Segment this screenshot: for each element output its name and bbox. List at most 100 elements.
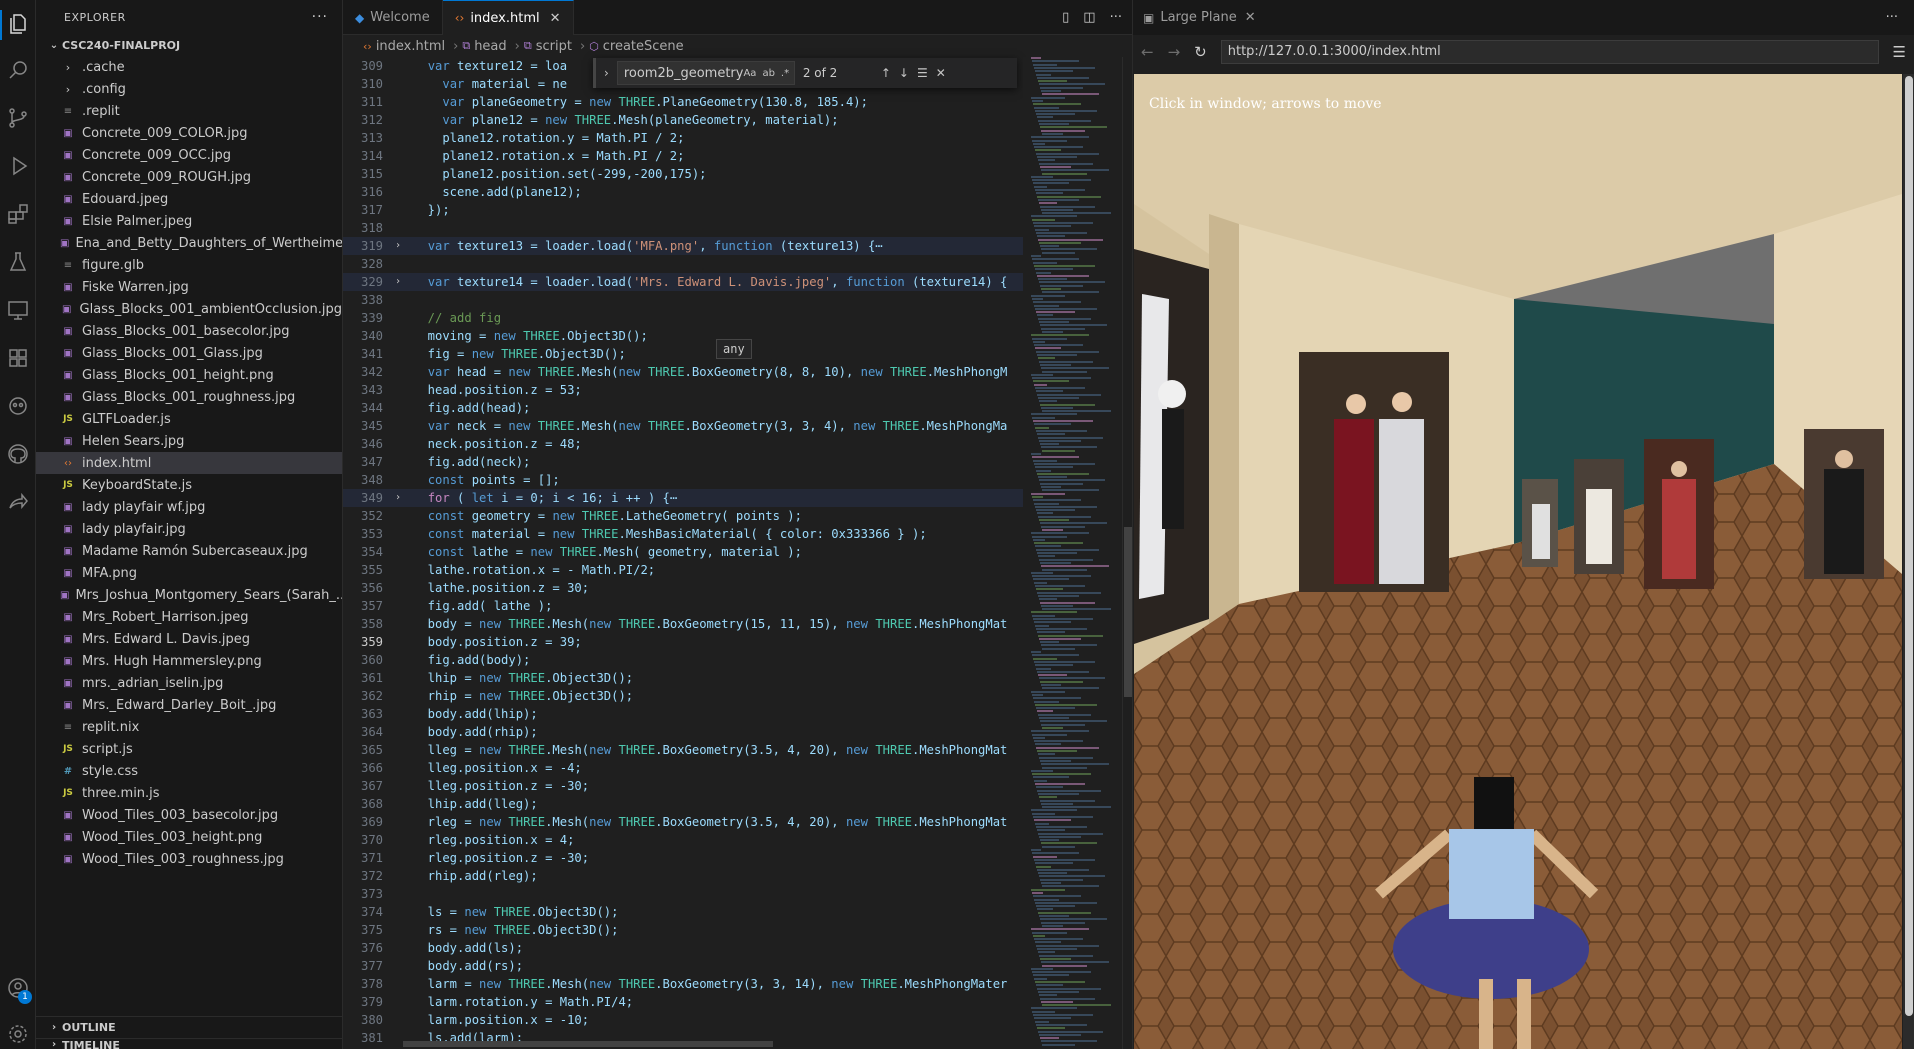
- open-preview-icon[interactable]: ▯: [1062, 10, 1069, 25]
- tab-index-html[interactable]: ‹› index.html ✕: [442, 0, 574, 35]
- code-line[interactable]: 380 larm.position.x = -10;: [343, 1011, 1023, 1029]
- whole-word-icon[interactable]: ab: [762, 68, 774, 79]
- file-tree-item[interactable]: ▣ lady playfair.jpg: [36, 518, 342, 540]
- horizontal-scrollbar[interactable]: [403, 1041, 773, 1047]
- next-match-icon[interactable]: ↓: [899, 66, 909, 80]
- code-line[interactable]: 370 rleg.position.x = 4;: [343, 831, 1023, 849]
- code-line[interactable]: 371 rleg.position.z = -30;: [343, 849, 1023, 867]
- file-tree-item[interactable]: ▣ Ena_and_Betty_Daughters_of_Wertheimer..…: [36, 232, 342, 254]
- previous-match-icon[interactable]: ↑: [881, 66, 891, 80]
- code-line[interactable]: 314 plane12.rotation.x = Math.PI / 2;: [343, 147, 1023, 165]
- code-line[interactable]: 329 › var texture14 = loader.load('Mrs. E…: [343, 273, 1023, 291]
- menu-icon[interactable]: ☰: [1893, 43, 1906, 61]
- tab-welcome[interactable]: ◆ Welcome: [343, 0, 443, 35]
- code-line[interactable]: 378 larm = new THREE.Mesh(new THREE.BoxG…: [343, 975, 1023, 993]
- file-tree-item[interactable]: ≡ .replit: [36, 100, 342, 122]
- more-actions-icon[interactable]: ···: [1886, 0, 1898, 35]
- fold-chevron-icon[interactable]: ›: [383, 273, 413, 291]
- code-line[interactable]: 352 const geometry = new THREE.LatheGeom…: [343, 507, 1023, 525]
- code-line[interactable]: 318: [343, 219, 1023, 237]
- code-line[interactable]: 317 });: [343, 201, 1023, 219]
- browser-scrollbar[interactable]: [1903, 74, 1914, 1049]
- file-tree-item[interactable]: › .config: [36, 78, 342, 100]
- code-line[interactable]: 364 body.add(rhip);: [343, 723, 1023, 741]
- tab-large-plane[interactable]: ▣ Large Plane ✕: [1133, 0, 1266, 35]
- code-line[interactable]: 369 rleg = new THREE.Mesh(new THREE.BoxG…: [343, 813, 1023, 831]
- timeline-section[interactable]: › TIMELINE: [36, 1038, 343, 1049]
- file-tree-item[interactable]: ▣ Glass_Blocks_001_Glass.jpg: [36, 342, 342, 364]
- file-tree-item[interactable]: JS GLTFLoader.js: [36, 408, 342, 430]
- breadcrumb-item[interactable]: script: [536, 39, 572, 54]
- code-line[interactable]: 359 body.position.z = 39;: [343, 633, 1023, 651]
- file-tree-item[interactable]: JS script.js: [36, 738, 342, 760]
- breadcrumb-item[interactable]: index.html: [376, 39, 445, 54]
- scrollbar-thumb[interactable]: [1905, 76, 1913, 1016]
- file-tree-item[interactable]: ▣ Wood_Tiles_003_height.png: [36, 826, 342, 848]
- code-line[interactable]: 338: [343, 291, 1023, 309]
- code-line[interactable]: 353 const material = new THREE.MeshBasic…: [343, 525, 1023, 543]
- file-tree-item[interactable]: ▣ Glass_Blocks_001_basecolor.jpg: [36, 320, 342, 342]
- fold-chevron-icon[interactable]: ›: [383, 237, 413, 255]
- file-tree-item[interactable]: JS three.min.js: [36, 782, 342, 804]
- file-tree-item[interactable]: ▣ lady playfair wf.jpg: [36, 496, 342, 518]
- file-tree-item[interactable]: ▣ Wood_Tiles_003_roughness.jpg: [36, 848, 342, 870]
- find-input[interactable]: room2b_geometry Aa ab .*: [616, 61, 795, 85]
- code-line[interactable]: 363 body.add(lhip);: [343, 705, 1023, 723]
- match-case-icon[interactable]: Aa: [743, 68, 756, 79]
- file-tree-item[interactable]: ▣ mrs._adrian_iselin.jpg: [36, 672, 342, 694]
- code-line[interactable]: 340 moving = new THREE.Object3D();: [343, 327, 1023, 345]
- code-line[interactable]: 348 const points = [];: [343, 471, 1023, 489]
- remote-explorer-icon[interactable]: [6, 298, 30, 322]
- file-tree-item[interactable]: ≡ replit.nix: [36, 716, 342, 738]
- more-actions-icon[interactable]: ···: [312, 9, 328, 25]
- file-tree-item[interactable]: ▣ Fiske Warren.jpg: [36, 276, 342, 298]
- settings-gear-icon[interactable]: [6, 1022, 30, 1046]
- code-line[interactable]: 345 var neck = new THREE.Mesh(new THREE.…: [343, 417, 1023, 435]
- file-tree-item[interactable]: ▣ MFA.png: [36, 562, 342, 584]
- file-tree-item[interactable]: ‹› index.html: [36, 452, 342, 474]
- file-tree-item[interactable]: ▣ Mrs. Edward L. Davis.jpeg: [36, 628, 342, 650]
- code-line[interactable]: 367 lleg.position.z = -30;: [343, 777, 1023, 795]
- file-tree-item[interactable]: ▣ Concrete_009_OCC.jpg: [36, 144, 342, 166]
- code-line[interactable]: 358 body = new THREE.Mesh(new THREE.BoxG…: [343, 615, 1023, 633]
- code-line[interactable]: 377 body.add(rs);: [343, 957, 1023, 975]
- code-line[interactable]: 361 lhip = new THREE.Object3D();: [343, 669, 1023, 687]
- code-line[interactable]: 355 lathe.rotation.x = - Math.PI/2;: [343, 561, 1023, 579]
- file-tree-item[interactable]: ▣ Wood_Tiles_003_basecolor.jpg: [36, 804, 342, 826]
- code-line[interactable]: 357 fig.add( lathe );: [343, 597, 1023, 615]
- file-tree-item[interactable]: ▣ Mrs_Joshua_Montgomery_Sears_(Sarah_...: [36, 584, 342, 606]
- code-line[interactable]: 373: [343, 885, 1023, 903]
- scrollbar-thumb[interactable]: [1124, 527, 1132, 697]
- url-input[interactable]: http://127.0.0.1:3000/index.html: [1220, 39, 1879, 64]
- code-line[interactable]: 347 fig.add(neck);: [343, 453, 1023, 471]
- code-line[interactable]: 316 scene.add(plane12);: [343, 183, 1023, 201]
- close-icon[interactable]: ✕: [936, 66, 946, 80]
- forward-arrow-icon[interactable]: →: [1168, 43, 1181, 61]
- file-tree-item[interactable]: ▣ Madame Ramón Subercaseaux.jpg: [36, 540, 342, 562]
- code-line[interactable]: 313 plane12.rotation.y = Math.PI / 2;: [343, 129, 1023, 147]
- file-tree-item[interactable]: ▣ Mrs._Edward_Darley_Boit_.jpg: [36, 694, 342, 716]
- file-tree-item[interactable]: ▣ Glass_Blocks_001_ambientOcclusion.jpg: [36, 298, 342, 320]
- workspace-root[interactable]: ⌄ CSC240-FINALPROJ: [36, 34, 342, 56]
- code-line[interactable]: 343 head.position.z = 53;: [343, 381, 1023, 399]
- file-tree-item[interactable]: ▣ Concrete_009_COLOR.jpg: [36, 122, 342, 144]
- regex-icon[interactable]: .*: [781, 68, 789, 79]
- search-icon[interactable]: [6, 58, 30, 82]
- explorer-icon[interactable]: [6, 12, 30, 36]
- back-arrow-icon[interactable]: ←: [1141, 43, 1154, 61]
- vertical-scrollbar[interactable]: [1122, 57, 1132, 1049]
- file-tree-item[interactable]: ≡ figure.glb: [36, 254, 342, 276]
- find-in-selection-icon[interactable]: ☰: [917, 66, 928, 80]
- code-line[interactable]: 311 var planeGeometry = new THREE.PlaneG…: [343, 93, 1023, 111]
- minimap[interactable]: [1023, 57, 1122, 1049]
- code-line[interactable]: 360 fig.add(body);: [343, 651, 1023, 669]
- code-line[interactable]: 312 var plane12 = new THREE.Mesh(planeGe…: [343, 111, 1023, 129]
- file-tree-item[interactable]: ▣ Concrete_009_ROUGH.jpg: [36, 166, 342, 188]
- file-tree-item[interactable]: # style.css: [36, 760, 342, 782]
- code-line[interactable]: 319 › var texture13 = loader.load('MFA.pn…: [343, 237, 1023, 255]
- code-line[interactable]: 349 › for ( let i = 0; i < 16; i ++ ) {⋯: [343, 489, 1023, 507]
- outline-section[interactable]: › OUTLINE: [36, 1016, 343, 1038]
- file-tree-item[interactable]: ▣ Glass_Blocks_001_height.png: [36, 364, 342, 386]
- code-line[interactable]: 379 larm.rotation.y = Math.PI/4;: [343, 993, 1023, 1011]
- file-tree-item[interactable]: JS KeyboardState.js: [36, 474, 342, 496]
